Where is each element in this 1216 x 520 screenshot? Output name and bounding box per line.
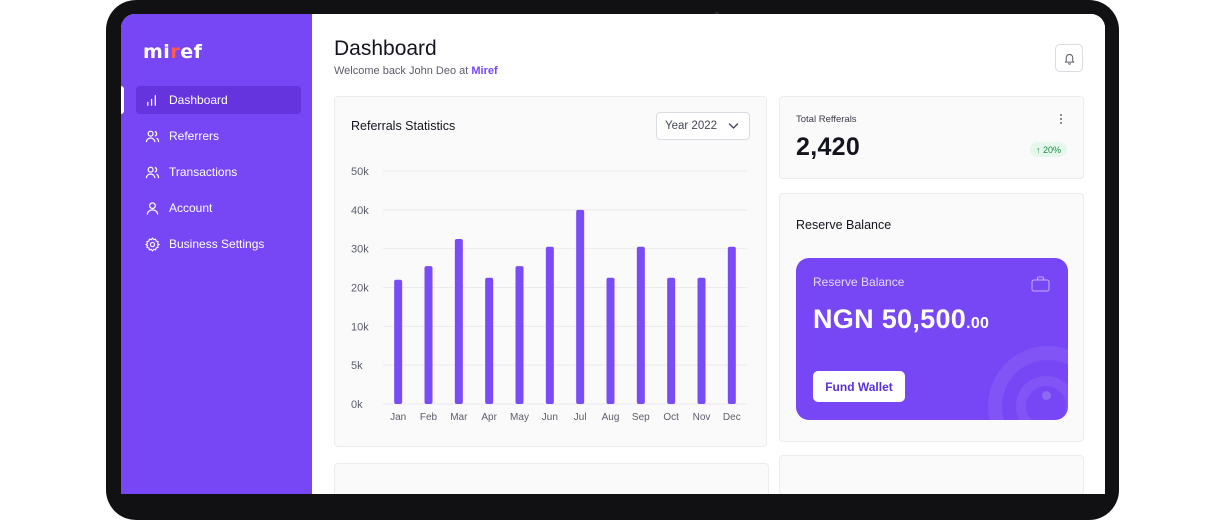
sidebar-item-account[interactable]: Account (136, 194, 301, 222)
sidebar-item-referrers[interactable]: Referrers (136, 122, 301, 150)
logo-suffix: ef (180, 41, 203, 63)
users-icon (145, 166, 160, 178)
bar-chart-icon (147, 94, 156, 106)
user-icon (146, 201, 159, 215)
referrals-change-badge: ↑ 20% (1029, 142, 1067, 157)
x-tick-label: Apr (481, 412, 497, 423)
fund-wallet-button[interactable]: Fund Wallet (813, 371, 905, 402)
wallet-amount: NGN 50,500.00 (813, 304, 989, 335)
wallet-label: Reserve Balance (813, 275, 905, 289)
bar-feb[interactable] (424, 266, 433, 404)
x-tick-label: Feb (420, 412, 438, 423)
bar-aug[interactable] (606, 277, 615, 404)
reserve-balance-title: Reserve Balance (796, 218, 892, 232)
app-screen: miref Dashboard Referrers Transactions A… (121, 14, 1105, 494)
y-tick-label: 40k (351, 205, 369, 217)
y-tick-label: 30k (351, 244, 369, 256)
bar-jan[interactable] (394, 279, 403, 404)
x-tick-label: Jun (542, 412, 558, 423)
x-tick-label: Jul (574, 412, 587, 423)
logo[interactable]: miref (143, 41, 202, 63)
briefcase-icon (1031, 276, 1050, 292)
total-referrals-value: 2,420 (796, 133, 861, 161)
sidebar: miref Dashboard Referrers Transactions A… (121, 14, 312, 494)
y-tick-label: 20k (351, 283, 369, 295)
total-referrals-label: Total Refferals (796, 114, 857, 125)
referrals-bar-chart: 0k 5k 10k 20k 30k 40k 50k Jan Feb Mar Apr May Jun Jul… (351, 166, 747, 423)
welcome-text: Welcome back John Deo at (334, 65, 472, 77)
bar-jun[interactable] (545, 246, 554, 404)
active-nav-marker (121, 86, 124, 114)
x-tick-label: Oct (663, 412, 679, 423)
bottom-card-right (779, 455, 1084, 494)
bar-nov[interactable] (697, 277, 706, 404)
sidebar-item-label: Dashboard (169, 93, 228, 107)
reserve-balance-card: Reserve Balance Reserve Balance NGN 50,5… (779, 193, 1084, 442)
sidebar-item-label: Transactions (169, 165, 238, 179)
brand-link[interactable]: Miref (471, 65, 497, 77)
users-icon (145, 130, 160, 142)
x-tick-label: Jan (390, 412, 406, 423)
wallet-amount-main: NGN 50,500 (813, 304, 967, 334)
sidebar-item-label: Account (169, 201, 213, 215)
wallet-amount-decimal: .00 (966, 315, 990, 332)
main-content: Dashboard Welcome back John Deo at Miref… (312, 14, 1105, 494)
welcome-subtitle: Welcome back John Deo at Miref (334, 65, 498, 77)
sidebar-item-label: Referrers (169, 129, 220, 143)
x-tick-label: Dec (723, 412, 741, 423)
gear-icon (145, 236, 160, 252)
bottom-card-left (334, 463, 769, 494)
sidebar-item-dashboard[interactable]: Dashboard (136, 86, 301, 114)
referrals-statistics-card: Referrals Statistics Year 2022 0k 5k 10k 20… (334, 96, 767, 447)
x-tick-label: Sep (632, 412, 650, 423)
bar-mar[interactable] (454, 238, 463, 404)
bar-may[interactable] (515, 266, 524, 404)
sidebar-item-label: Business Settings (169, 237, 265, 251)
more-options-icon[interactable] (1059, 113, 1063, 125)
bell-icon (1064, 53, 1074, 65)
page-title: Dashboard (334, 37, 437, 60)
wallet-card: Reserve Balance NGN 50,500.00 Fund Walle… (796, 258, 1068, 420)
total-referrals-card: Total Refferals 2,420 ↑ 20% (779, 96, 1084, 179)
logo-prefix: mi (143, 41, 171, 63)
notifications-button[interactable] (1055, 44, 1083, 72)
x-tick-label: Aug (602, 412, 620, 423)
bar-apr[interactable] (485, 277, 494, 404)
x-tick-label: Mar (450, 412, 468, 423)
sidebar-item-transactions[interactable]: Transactions (136, 158, 301, 186)
bar-jul[interactable] (576, 209, 585, 404)
bar-oct[interactable] (667, 277, 676, 404)
decorative-dot (1042, 391, 1051, 400)
y-tick-label: 0k (351, 399, 363, 411)
bar-sep[interactable] (636, 246, 645, 404)
bar-dec[interactable] (727, 246, 736, 404)
x-tick-label: Nov (693, 412, 711, 423)
y-tick-label: 10k (351, 321, 369, 333)
y-tick-label: 50k (351, 166, 369, 178)
logo-accent: r (170, 41, 181, 63)
sidebar-item-business-settings[interactable]: Business Settings (136, 230, 301, 258)
x-tick-label: May (510, 412, 529, 423)
y-tick-label: 5k (351, 360, 363, 372)
